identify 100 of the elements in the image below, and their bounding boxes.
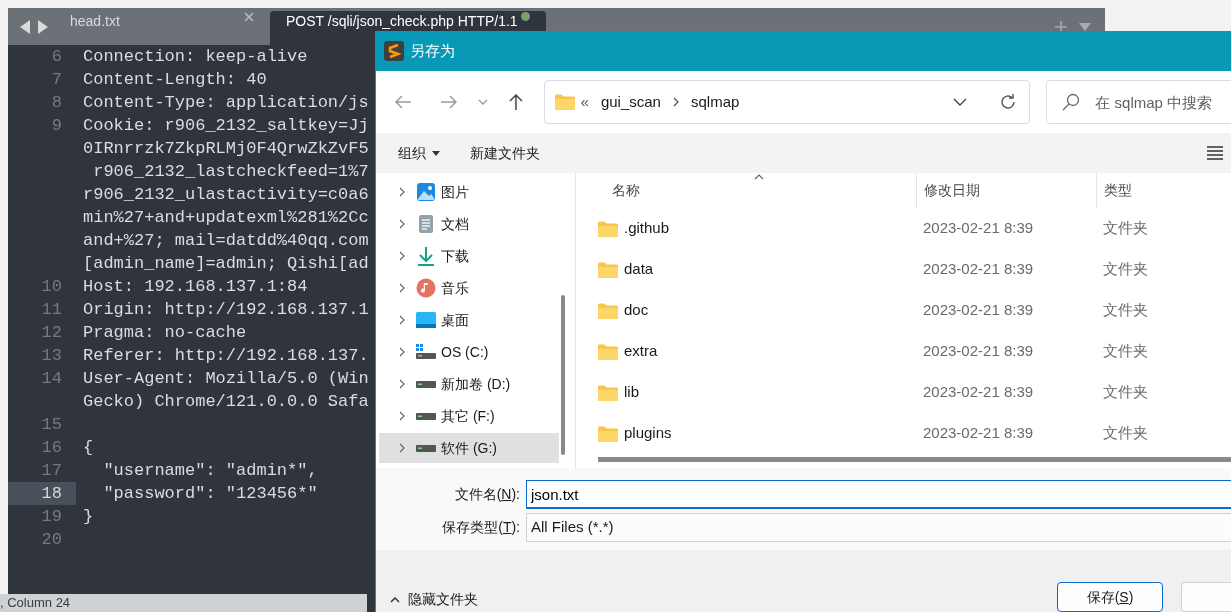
sort-caret-icon bbox=[754, 174, 764, 180]
chevron-down-icon[interactable] bbox=[953, 98, 968, 106]
nav-tree-item[interactable]: 其它 (F:) bbox=[379, 401, 559, 431]
close-icon[interactable] bbox=[244, 12, 254, 22]
file-type-select[interactable]: All Files (*.*) bbox=[526, 513, 1231, 542]
address-bar[interactable]: « gui_scan sqlmap bbox=[543, 80, 1031, 124]
code-line: Content-Type: application/js bbox=[83, 92, 369, 114]
code-line: [admin_name]=admin; Qishi[ad bbox=[83, 253, 369, 275]
status-text: , Column 24 bbox=[0, 594, 71, 612]
nav-tree-label: 桌面 bbox=[441, 310, 469, 330]
back-icon[interactable] bbox=[394, 94, 412, 110]
line-number: 15 bbox=[40, 414, 63, 436]
new-folder-button[interactable]: 新建文件夹 bbox=[470, 142, 540, 164]
line-number: 19 bbox=[40, 506, 63, 528]
code-line: User-Agent: Mozilla/5.0 (Win bbox=[83, 368, 369, 390]
line-number: 11 bbox=[40, 299, 63, 321]
expand-chevron-icon[interactable] bbox=[399, 283, 405, 293]
drive-icon bbox=[416, 411, 436, 421]
picture-icon bbox=[416, 182, 436, 202]
nav-tree-item[interactable]: OS (C:) bbox=[379, 337, 559, 367]
modified-date: 2023-02-21 8:39 bbox=[922, 259, 1035, 280]
file-name: data bbox=[624, 259, 654, 280]
file-name-field[interactable]: json.txt bbox=[526, 480, 1231, 509]
horizontal-scrollbar-thumb[interactable] bbox=[598, 457, 1231, 462]
file-row[interactable]: doc 2023-02-21 8:39 文件夹 bbox=[576, 290, 1231, 331]
expand-chevron-icon[interactable] bbox=[399, 347, 405, 357]
nav-tree-label: OS (C:) bbox=[441, 342, 489, 362]
nav-tree-item[interactable]: 文档 bbox=[379, 209, 559, 239]
breadcrumb-chevron-icon bbox=[672, 97, 679, 107]
line-number: 17 bbox=[40, 460, 63, 482]
desktop-icon bbox=[416, 311, 436, 329]
nav-tree-item[interactable]: 音乐 bbox=[379, 273, 559, 303]
nav-tree-item[interactable]: 桌面 bbox=[379, 305, 559, 335]
code-line: "username": "admin*", bbox=[102, 460, 318, 482]
code-line: 0IRnrrzk7ZkpRLMj0F4QrwZkZvF5 bbox=[83, 138, 369, 160]
code-line: min%27+and+updatexml%281%2Cc bbox=[83, 207, 369, 229]
file-row[interactable]: .github 2023-02-21 8:39 文件夹 bbox=[576, 208, 1231, 249]
expand-chevron-icon[interactable] bbox=[399, 219, 405, 229]
code-line: Pragma: no-cache bbox=[83, 322, 247, 344]
folder-icon bbox=[598, 384, 618, 401]
modified-date: 2023-02-21 8:39 bbox=[922, 423, 1035, 444]
nav-tree-item[interactable]: 软件 (G:) bbox=[379, 433, 559, 463]
drive-icon bbox=[416, 344, 436, 360]
line-number: 18 bbox=[8, 482, 76, 505]
column-header[interactable]: 修改日期 bbox=[916, 173, 1096, 208]
expand-chevron-icon[interactable] bbox=[399, 411, 405, 421]
expand-chevron-icon[interactable] bbox=[399, 251, 405, 261]
scrollbar-thumb[interactable] bbox=[561, 295, 565, 455]
line-number: 9 bbox=[50, 115, 63, 137]
file-type: 文件夹 bbox=[1102, 382, 1149, 403]
modified-date: 2023-02-21 8:39 bbox=[922, 382, 1035, 403]
folder-icon bbox=[598, 261, 618, 278]
drive-icon bbox=[416, 443, 436, 453]
breadcrumb-item[interactable]: sqlmap bbox=[690, 90, 740, 114]
refresh-icon[interactable] bbox=[999, 93, 1018, 111]
overflow-chevron[interactable]: « bbox=[580, 90, 589, 114]
code-line: Referer: http://192.168.137. bbox=[83, 345, 369, 367]
file-type: 文件夹 bbox=[1102, 218, 1149, 239]
column-header[interactable]: 类型 bbox=[1096, 173, 1231, 208]
nav-tree-item[interactable]: 下载 bbox=[379, 241, 559, 271]
expand-chevron-icon[interactable] bbox=[399, 379, 405, 389]
caret-up-icon bbox=[390, 596, 400, 603]
file-row[interactable]: data 2023-02-21 8:39 文件夹 bbox=[576, 249, 1231, 290]
code-line: Gecko) Chrome/121.0.0.0 Safa bbox=[83, 391, 369, 413]
nav-tree-label: 图片 bbox=[441, 182, 469, 202]
expand-chevron-icon[interactable] bbox=[399, 315, 405, 325]
code-line: { bbox=[83, 437, 94, 459]
expand-chevron-icon[interactable] bbox=[399, 187, 405, 197]
organize-menu-button[interactable]: 组织 bbox=[398, 142, 440, 164]
search-field[interactable]: 在 sqlmap 中搜索 bbox=[1046, 80, 1231, 124]
file-row[interactable]: plugins 2023-02-21 8:39 文件夹 bbox=[576, 413, 1231, 454]
document-icon bbox=[418, 214, 434, 234]
hide-folders-button[interactable]: 隐藏文件夹 bbox=[390, 589, 478, 610]
file-name: doc bbox=[624, 300, 649, 321]
line-number: 16 bbox=[40, 437, 63, 459]
field-label: 保存类型(T): bbox=[442, 519, 520, 535]
nav-tree-label: 文档 bbox=[441, 214, 469, 234]
drive-icon bbox=[416, 379, 436, 389]
forward-icon[interactable] bbox=[439, 94, 458, 110]
download-icon bbox=[417, 246, 435, 266]
breadcrumb-item[interactable]: gui_scan bbox=[600, 90, 661, 114]
caret-icon bbox=[432, 150, 440, 156]
up-icon[interactable] bbox=[507, 93, 524, 111]
nav-tree-item[interactable]: 图片 bbox=[379, 177, 559, 207]
nav-tree-label: 新加卷 (D:) bbox=[441, 374, 511, 394]
nav-tree-item[interactable]: 新加卷 (D:) bbox=[379, 369, 559, 399]
line-number: 14 bbox=[40, 368, 63, 390]
file-row[interactable]: lib 2023-02-21 8:39 文件夹 bbox=[576, 372, 1231, 413]
code-line: Content-Length: 40 bbox=[83, 69, 267, 91]
code-line: Cookie: r906_2132_saltkey=Jj bbox=[83, 115, 369, 137]
column-header[interactable]: 名称 bbox=[576, 173, 916, 208]
line-number: 6 bbox=[50, 46, 63, 68]
app-icon bbox=[384, 41, 404, 61]
expand-chevron-icon[interactable] bbox=[399, 443, 405, 453]
file-row[interactable]: extra 2023-02-21 8:39 文件夹 bbox=[576, 331, 1231, 372]
save-button[interactable]: 保存(S) bbox=[1057, 582, 1163, 612]
code-line: r906_2132_ulastactivity=c0a6 bbox=[83, 184, 369, 206]
folder-icon bbox=[598, 302, 618, 319]
folder-icon bbox=[598, 343, 618, 360]
menu-icon[interactable] bbox=[1207, 146, 1223, 160]
